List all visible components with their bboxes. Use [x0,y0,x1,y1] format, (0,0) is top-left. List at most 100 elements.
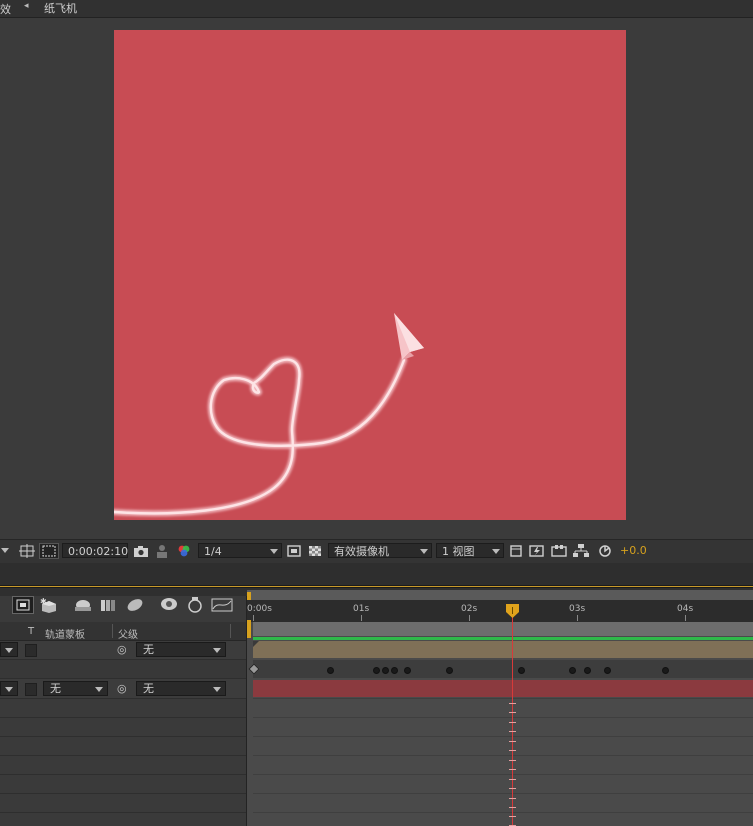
layer-1-mode-dropdown[interactable] [0,642,18,657]
chevron-down-icon [5,648,13,653]
hide-shy-layers-icon[interactable] [72,596,94,614]
row-divider [0,717,246,718]
resolution-value: 1/4 [204,545,222,558]
motion-blur-icon[interactable] [124,596,146,614]
flowchart-icon[interactable] [572,543,590,559]
magnification-dropdown[interactable] [0,543,10,559]
frame-blending-icon[interactable] [98,596,120,614]
ruler-tick [253,615,254,621]
track-divider [253,698,753,699]
view-layout-dropdown[interactable]: 1 视图 [436,543,504,558]
layer-2-preserve-transparency-checkbox[interactable] [25,683,37,696]
camera-view-value: 有效摄像机 [334,545,389,558]
ruler-label-1: 01s [353,604,370,614]
keyframe[interactable] [446,667,453,674]
pickwhip-icon[interactable]: ◎ [117,682,127,695]
keyframe[interactable] [584,667,591,674]
auto-keyframe-icon[interactable] [184,596,206,614]
layer-2-parent-value: 无 [143,682,154,695]
time-ruler[interactable]: 0:00s 01s 02s 03s 04s [247,600,753,622]
safe-zones-icon[interactable] [18,543,36,559]
layer-row-1[interactable]: ◎ 无 [0,641,246,659]
keyframe[interactable] [327,667,334,674]
paper-plane-icon [394,313,424,360]
layer-1-preserve-transparency-checkbox[interactable] [25,644,37,657]
playhead-marker [509,816,516,826]
layer-1-parent-dropdown[interactable]: 无 [136,642,226,657]
keyframe[interactable] [391,667,398,674]
pixel-aspect-icon[interactable] [508,543,524,559]
brainstorm-icon[interactable] [158,596,180,614]
effects-tab[interactable]: 效 [0,1,11,17]
ruler-label-0: 0:00s [247,604,272,614]
panel-tab-bar: 效 ◂ 纸飞机 [0,0,753,18]
work-area-bar[interactable] [253,622,753,636]
playhead-marker [509,722,516,732]
resolution-dropdown[interactable]: 1/4 [198,543,282,558]
current-time-indicator-handle[interactable] [506,604,519,618]
draft-3d-icon[interactable]: ✱ [38,596,60,614]
region-of-interest-icon[interactable] [286,543,302,559]
exposure-reset-icon[interactable] [596,543,614,559]
camera-view-dropdown[interactable]: 有效摄像机 [328,543,432,558]
keyframe[interactable] [662,667,669,674]
layer-1-bar-corner [253,641,259,647]
composition-mini-flowchart-icon[interactable] [12,596,34,614]
show-snapshot-icon[interactable] [154,543,170,559]
panel-separator [0,563,753,585]
view-layout-value: 1 视图 [442,545,475,558]
keyframe[interactable] [404,667,411,674]
layer-2-duration-bar[interactable] [253,680,753,697]
ruler-tick [469,615,470,621]
chevron-down-icon [213,687,221,692]
playhead-marker [509,760,516,770]
keyframe[interactable] [569,667,576,674]
exposure-value[interactable]: +0.0 [620,544,647,557]
transparency-grid-icon[interactable] [307,543,323,559]
render-progress-line [253,637,753,640]
chevron-down-icon [492,549,500,554]
time-navigator[interactable] [247,590,753,600]
graph-editor-icon[interactable] [210,596,234,614]
timeline-highlight-line [0,586,753,587]
current-time-display[interactable]: 0:00:02:10 [62,543,128,558]
t-column-header[interactable]: T [28,626,34,637]
layer-1-duration-bar[interactable] [253,641,753,658]
playhead-marker [509,703,516,713]
work-area-start-handle[interactable] [247,620,251,638]
toggle-mask-icon[interactable] [39,543,59,559]
navigator-start-handle[interactable] [247,592,251,600]
layer-2-mode-dropdown[interactable] [0,681,18,696]
tab-arrow-icon[interactable]: ◂ [24,1,29,11]
keyframe[interactable] [382,667,389,674]
pickwhip-icon[interactable]: ◎ [117,643,127,656]
row-divider [0,755,246,756]
playhead-marker [509,741,516,751]
trkmat-column-header[interactable]: 轨道蒙板 [45,626,85,641]
row-divider [0,678,246,679]
channel-rgb-icon[interactable] [175,543,193,559]
parent-column-header[interactable]: 父级 [118,626,138,641]
paper-plane-trail-graphic [114,313,424,517]
layer-2-parent-dropdown[interactable]: 无 [136,681,226,696]
composition-canvas[interactable] [114,30,626,520]
layer-1-parent-value: 无 [143,643,154,656]
row-divider [0,698,246,699]
keyframe[interactable] [373,667,380,674]
composition-tab[interactable]: 纸飞机 [44,0,77,16]
svg-text:✱: ✱ [40,597,47,606]
fast-previews-icon[interactable] [528,543,546,559]
camera-snapshot-icon[interactable] [132,543,150,559]
property-row [0,660,246,678]
layer-2-trkmat-dropdown[interactable]: 无 [43,681,108,696]
track-divider [253,774,753,775]
ruler-label-4: 04s [677,604,694,614]
row-divider [0,793,246,794]
keyframe[interactable] [518,667,525,674]
timeline-icon[interactable] [550,543,568,559]
keyframe[interactable] [604,667,611,674]
current-time-indicator-line[interactable] [512,604,513,826]
row-divider [0,812,246,813]
chevron-down-icon [420,549,428,554]
layer-row-2[interactable]: 无 ◎ 无 [0,679,246,698]
